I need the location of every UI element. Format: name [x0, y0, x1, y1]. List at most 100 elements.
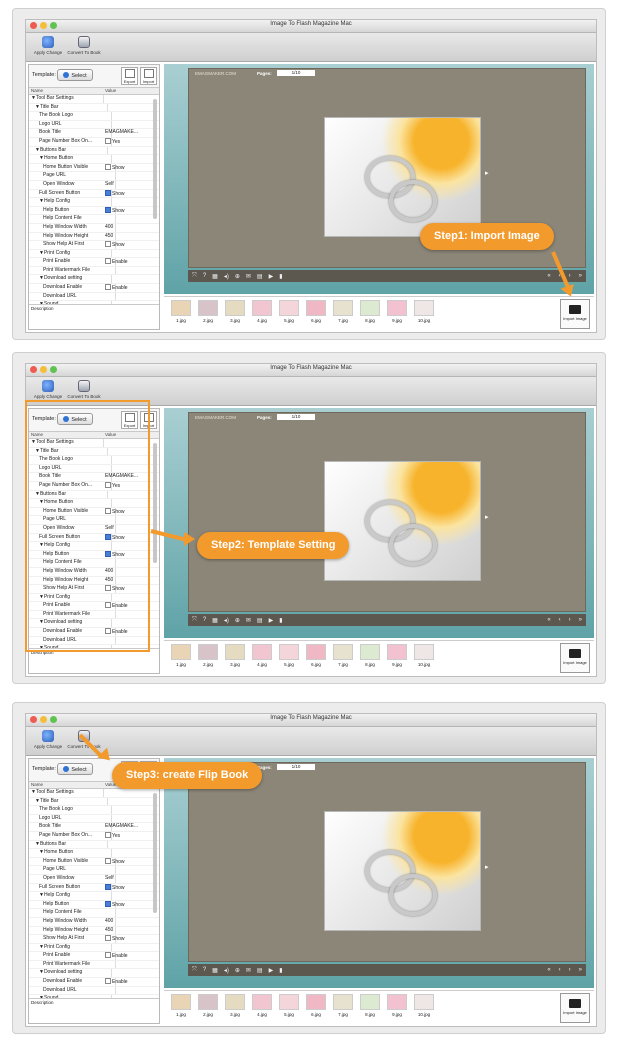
settings-row[interactable]: Print Enable Enable	[29, 952, 159, 961]
import-image-button[interactable]: Import Image	[560, 299, 590, 329]
setting-value[interactable]: Show	[105, 241, 145, 250]
settings-row[interactable]: Show Help At First Show	[29, 241, 159, 250]
settings-row[interactable]: Open Window Self	[29, 874, 159, 884]
settings-row[interactable]: ▼Help Config	[29, 198, 159, 207]
download-icon[interactable]: ▮	[279, 967, 282, 974]
next-page-arrow-icon[interactable]: ▸	[485, 513, 489, 521]
autoplay-icon[interactable]: ▶	[269, 967, 274, 974]
print-icon[interactable]: ▤	[257, 967, 263, 974]
settings-row[interactable]: Full Screen Button Show	[29, 189, 159, 199]
zoom-icon[interactable]: ⊕	[235, 617, 240, 624]
page-thumbnail[interactable]: 5.jpg	[278, 994, 300, 1017]
page-thumbnail[interactable]: 1.jpg	[170, 300, 192, 323]
page-thumbnail[interactable]: 7.jpg	[332, 644, 354, 667]
page-thumbnail[interactable]: 10.jpg	[413, 300, 435, 323]
page-thumbnail[interactable]: 6.jpg	[305, 644, 327, 667]
settings-scrollbar[interactable]	[153, 99, 157, 219]
import-button[interactable]: Import	[140, 67, 157, 85]
first-page-icon[interactable]: «	[547, 273, 550, 279]
sound-icon[interactable]: ◂)	[224, 273, 229, 280]
email-icon[interactable]: ✉	[246, 273, 251, 280]
setting-value[interactable]: 400	[105, 224, 145, 232]
settings-row[interactable]: Help Content File▤	[29, 215, 159, 224]
page-thumbnail[interactable]: 2.jpg	[197, 300, 219, 323]
settings-row[interactable]: Print Wartermark File▤	[29, 960, 159, 970]
checkbox[interactable]	[105, 206, 111, 213]
page-thumbnail[interactable]: 5.jpg	[278, 644, 300, 667]
settings-row[interactable]: Help Button Show	[29, 900, 159, 910]
checkbox[interactable]	[105, 258, 111, 265]
thumbnails-icon[interactable]: ▦	[212, 273, 218, 280]
page-thumbnail[interactable]: 6.jpg	[305, 994, 327, 1017]
settings-row[interactable]: Page URL	[29, 866, 159, 875]
settings-row[interactable]: Help Content File▤	[29, 909, 159, 918]
checkbox[interactable]	[105, 137, 111, 144]
setting-value[interactable]: Show	[105, 935, 145, 944]
settings-row[interactable]: Page Number Box On... Yes	[29, 137, 159, 147]
first-page-icon[interactable]: «	[547, 967, 550, 973]
setting-value[interactable]: Self	[105, 875, 145, 883]
checkbox[interactable]	[105, 831, 111, 838]
fullscreen-icon[interactable]: ⤧	[192, 273, 197, 280]
print-icon[interactable]: ▤	[257, 273, 263, 280]
page-thumbnail[interactable]: 2.jpg	[197, 994, 219, 1017]
next-page-arrow-icon[interactable]: ▸	[485, 863, 489, 871]
checkbox[interactable]	[105, 883, 111, 890]
page-thumbnail[interactable]: 9.jpg	[386, 994, 408, 1017]
settings-row[interactable]: ▼Print Config	[29, 249, 159, 259]
page-thumbnail[interactable]: 6.jpg	[305, 300, 327, 323]
page-thumbnail[interactable]: 8.jpg	[359, 300, 381, 323]
settings-row[interactable]: Help Window Height 450	[29, 926, 159, 936]
settings-row[interactable]: Page URL	[29, 172, 159, 181]
setting-value[interactable]: EMAGMAKE...	[105, 129, 145, 137]
settings-scrollbar[interactable]	[153, 443, 157, 563]
page-number-field[interactable]: 1/10	[277, 414, 315, 420]
print-icon[interactable]: ▤	[257, 617, 263, 624]
fullscreen-icon[interactable]: ⤧	[192, 967, 197, 974]
settings-row[interactable]: ▼Print Config	[29, 943, 159, 953]
export-button[interactable]: Export	[121, 67, 138, 85]
sound-icon[interactable]: ◂)	[224, 617, 229, 624]
checkbox[interactable]	[105, 900, 111, 907]
template-select-button[interactable]: Select	[57, 69, 93, 81]
autoplay-icon[interactable]: ▶	[269, 273, 274, 280]
settings-row[interactable]: The Book Logo▤	[29, 806, 159, 815]
next-page-icon[interactable]: ›	[569, 617, 571, 623]
settings-row[interactable]: Book Title EMAGMAKE...	[29, 823, 159, 832]
page-thumbnail[interactable]: 1.jpg	[170, 644, 192, 667]
setting-value[interactable]: Show	[105, 900, 145, 910]
email-icon[interactable]: ✉	[246, 967, 251, 974]
settings-row[interactable]: ▼Title Bar	[29, 103, 159, 113]
setting-value[interactable]: EMAGMAKE...	[105, 823, 145, 831]
setting-value[interactable]: Yes	[105, 137, 145, 147]
apply-change-button[interactable]: Apply Change	[28, 380, 68, 399]
settings-scrollbar[interactable]	[153, 793, 157, 913]
checkbox[interactable]	[105, 952, 111, 959]
setting-value[interactable]: 400	[105, 918, 145, 926]
setting-value[interactable]: Enable	[105, 284, 145, 293]
zoom-icon[interactable]: ⊕	[235, 273, 240, 280]
page-thumbnail[interactable]: 3.jpg	[224, 300, 246, 323]
settings-row[interactable]: Help Window Height 450	[29, 232, 159, 242]
page-thumbnail[interactable]: 4.jpg	[251, 994, 273, 1017]
setting-value[interactable]: Show	[105, 857, 145, 867]
settings-row[interactable]: ▼Buttons Bar	[29, 146, 159, 156]
settings-row[interactable]: ▼Download setting	[29, 275, 159, 285]
settings-row[interactable]: Open Window Self	[29, 180, 159, 190]
setting-value[interactable]: Enable	[105, 952, 145, 961]
settings-row[interactable]: The Book Logo▤	[29, 112, 159, 121]
checkbox[interactable]	[105, 978, 111, 985]
next-page-icon[interactable]: ›	[569, 273, 571, 279]
import-image-button[interactable]: Import Image	[560, 643, 590, 673]
settings-row[interactable]: Page Number Box On... Yes	[29, 831, 159, 841]
page-thumbnail[interactable]: 3.jpg	[224, 994, 246, 1017]
settings-row[interactable]: Download Enable Enable	[29, 978, 159, 987]
page-number-field[interactable]: 1/10	[277, 70, 315, 76]
page-thumbnail[interactable]: 2.jpg	[197, 644, 219, 667]
settings-row[interactable]: Download URL	[29, 292, 159, 302]
page-thumbnail[interactable]: 3.jpg	[224, 644, 246, 667]
setting-value[interactable]: Enable	[105, 978, 145, 987]
previous-page-icon[interactable]: ‹	[559, 617, 561, 623]
page-thumbnail[interactable]: 7.jpg	[332, 994, 354, 1017]
last-page-icon[interactable]: »	[579, 967, 582, 973]
